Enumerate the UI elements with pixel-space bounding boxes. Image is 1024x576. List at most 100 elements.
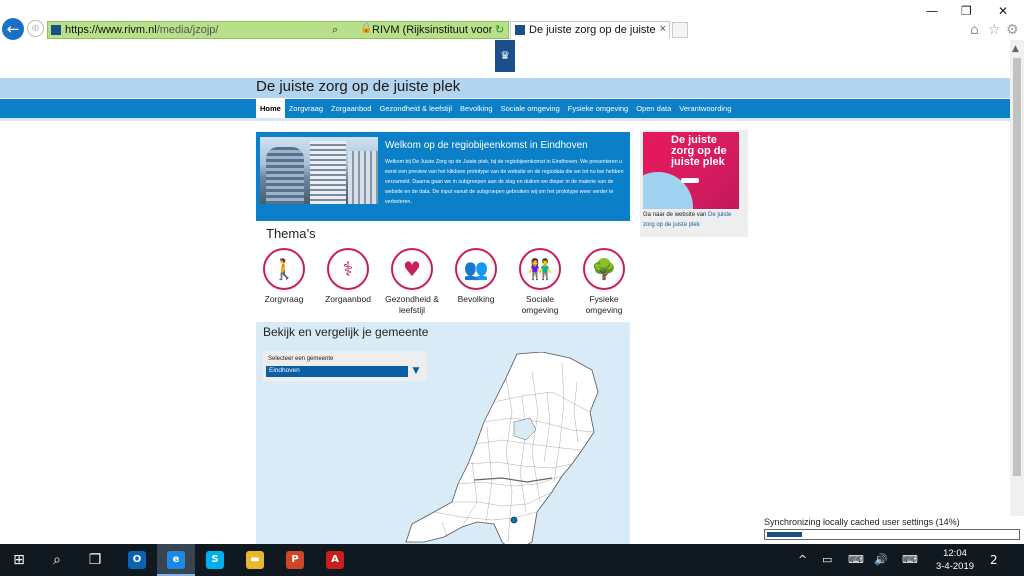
theme-label[interactable]: Zorgaanbod (318, 294, 378, 305)
powerpoint-taskbar-button[interactable]: P (276, 544, 314, 576)
building-block (348, 151, 378, 204)
outlook-taskbar-button[interactable]: O (118, 544, 156, 576)
nav-item-zorgvraag[interactable]: Zorgvraag (285, 99, 327, 118)
url-text[interactable]: https://www.rivm.nl/media/jzojp/ (65, 24, 218, 36)
lock-icon[interactable]: 🔒 (360, 23, 372, 34)
sync-text: Synchronizing locally cached user settin… (764, 517, 960, 527)
start-icon[interactable]: ⊞ (0, 544, 38, 576)
outlook-icon: O (128, 551, 146, 569)
back-arrow-icon[interactable]: ← (2, 18, 24, 40)
theme-circle[interactable]: ♥ (391, 248, 433, 290)
crest-icon: ♛ (500, 49, 510, 62)
theme-circle[interactable]: 👥 (455, 248, 497, 290)
volume-icon[interactable]: 🔊 (874, 544, 888, 576)
nav-item-verantwoording[interactable]: Verantwoording (675, 99, 735, 118)
acrobat-icon: A (326, 551, 344, 569)
theme-circle[interactable]: 🚶 (263, 248, 305, 290)
settings-gear-icon[interactable]: ⚙ (1006, 22, 1019, 38)
theme-circle[interactable]: ⚕ (327, 248, 369, 290)
new-tab-button[interactable] (672, 22, 688, 38)
close-window-button[interactable]: ✕ (998, 4, 1008, 18)
reload-icon[interactable]: ↻ (495, 23, 504, 36)
eindhoven-marker (510, 516, 518, 524)
tab-favicon (515, 25, 525, 35)
promo-banner[interactable]: De juiste zorg op de juiste plek (643, 132, 739, 209)
government-logo[interactable]: ♛ (495, 40, 515, 72)
theme-zorgvraag[interactable]: 🚶 Zorgvraag (254, 248, 314, 305)
task-view-icon[interactable]: ❐ (76, 544, 114, 576)
file-explorer-icon: ▬ (246, 551, 264, 569)
favorites-star-icon[interactable]: ☆ (988, 22, 1001, 38)
scroll-thumb[interactable] (1013, 58, 1021, 476)
search-icon[interactable]: ⌕ (38, 544, 76, 576)
municipality-select[interactable]: Eindhoven (266, 366, 416, 377)
group-icon: 👥 (463, 257, 489, 281)
tray-overflow-icon[interactable]: ^ (798, 544, 807, 576)
promo-pill (681, 178, 699, 183)
theme-label[interactable]: Bevolking (446, 294, 506, 305)
tab-title: De juiste zorg op de juiste pl... (529, 24, 657, 36)
internet-explorer-taskbar-button[interactable]: e (157, 544, 195, 576)
site-identity[interactable]: RIVM (Rijksinstituut voor V... (372, 24, 492, 36)
battery-icon[interactable]: ▭ (822, 544, 832, 576)
themes-title: Thema’s (266, 226, 316, 241)
promo-caption: Ga naar de website van De juiste zorg op… (643, 210, 743, 230)
nav-item-gezondheid-leefstijl[interactable]: Gezondheid & leefstijl (375, 99, 456, 118)
system-clock[interactable]: 12:04 3-4-2019 (930, 547, 980, 573)
theme-zorgaanbod[interactable]: ⚕ Zorgaanbod (318, 248, 378, 305)
theme-circle[interactable]: 👫 (519, 248, 561, 290)
theme-bevolking[interactable]: 👥 Bevolking (446, 248, 506, 305)
file-explorer-taskbar-button[interactable]: ▬ (236, 544, 274, 576)
network-icon[interactable]: ⌨ (848, 544, 864, 576)
netherlands-map[interactable] (402, 352, 612, 544)
doctor-icon: ⚕ (342, 257, 354, 281)
forward-icon[interactable]: ⊕ (27, 20, 44, 37)
acrobat-taskbar-button[interactable]: A (316, 544, 354, 576)
nav-item-fysieke-omgeving[interactable]: Fysieke omgeving (564, 99, 632, 118)
clock-date: 3-4-2019 (935, 561, 975, 572)
title-band (0, 78, 1010, 98)
address-bar[interactable]: https://www.rivm.nl/media/jzojp/ ⌕ 🔒 RIV… (47, 21, 509, 39)
nav-item-sociale-omgeving[interactable]: Sociale omgeving (497, 99, 564, 118)
select-label: Selecteer een gemeente (268, 356, 334, 362)
sync-progress-bar (764, 529, 1020, 540)
site-title: De juiste zorg op de juiste plek (256, 78, 461, 95)
nav-list: Home Zorgvraag Zorgaanbod Gezondheid & leef… (256, 99, 735, 118)
browser-chrome: ← ⊕ https://www.rivm.nl/media/jzojp/ ⌕ 🔒… (0, 0, 1024, 40)
main-nav: Home Zorgvraag Zorgaanbod Gezondheid & leef… (0, 99, 1010, 118)
building-blob (266, 147, 304, 204)
person-with-walker-icon: 🚶 (271, 257, 297, 281)
selected-municipality: Eindhoven (269, 367, 300, 374)
building-tower (310, 141, 346, 204)
theme-gezondheid-leefstijl[interactable]: ♥ Gezondheid & leefstijl (382, 248, 442, 316)
nav-item-home[interactable]: Home (256, 99, 285, 118)
scroll-up-icon[interactable]: ▲ (1012, 44, 1019, 54)
theme-sociale-omgeving[interactable]: 👫 Sociale omgeving (510, 248, 570, 316)
search-icon[interactable]: ⌕ (332, 23, 338, 37)
tab-close-icon[interactable]: × (660, 23, 666, 35)
keyboard-icon[interactable]: ⌨ (902, 544, 918, 576)
nav-underline (0, 118, 1010, 121)
sync-progress-fill (767, 532, 803, 537)
theme-label[interactable]: Zorgvraag (254, 294, 314, 305)
url-domain: https://www.rivm.nl (65, 24, 157, 36)
nav-item-zorgaanbod[interactable]: Zorgaanbod (327, 99, 375, 118)
home-icon[interactable]: ⌂ (970, 22, 979, 38)
eindhoven-photo (260, 137, 378, 204)
skype-taskbar-button[interactable]: S (196, 544, 234, 576)
theme-label[interactable]: Sociale omgeving (510, 294, 570, 316)
nav-item-bevolking[interactable]: Bevolking (456, 99, 497, 118)
theme-fysieke-omgeving[interactable]: 🌳 Fysieke omgeving (574, 248, 634, 316)
browser-tab[interactable]: De juiste zorg op de juiste pl... × (510, 21, 670, 39)
theme-label[interactable]: Fysieke omgeving (574, 294, 634, 316)
internet-explorer-icon: e (167, 551, 185, 569)
restore-button[interactable]: ❐ (961, 4, 972, 18)
minimize-button[interactable]: — (926, 4, 938, 18)
page-scrollbar[interactable]: ▲ (1010, 40, 1024, 544)
netherlands-outline (405, 352, 599, 544)
notifications-icon[interactable]: 2 (990, 544, 998, 576)
compare-section: Bekijk en vergelijk je gemeente Selectee… (256, 322, 630, 544)
theme-circle[interactable]: 🌳 (583, 248, 625, 290)
theme-label[interactable]: Gezondheid & leefstijl (382, 294, 442, 316)
nav-item-open-data[interactable]: Open data (632, 99, 675, 118)
